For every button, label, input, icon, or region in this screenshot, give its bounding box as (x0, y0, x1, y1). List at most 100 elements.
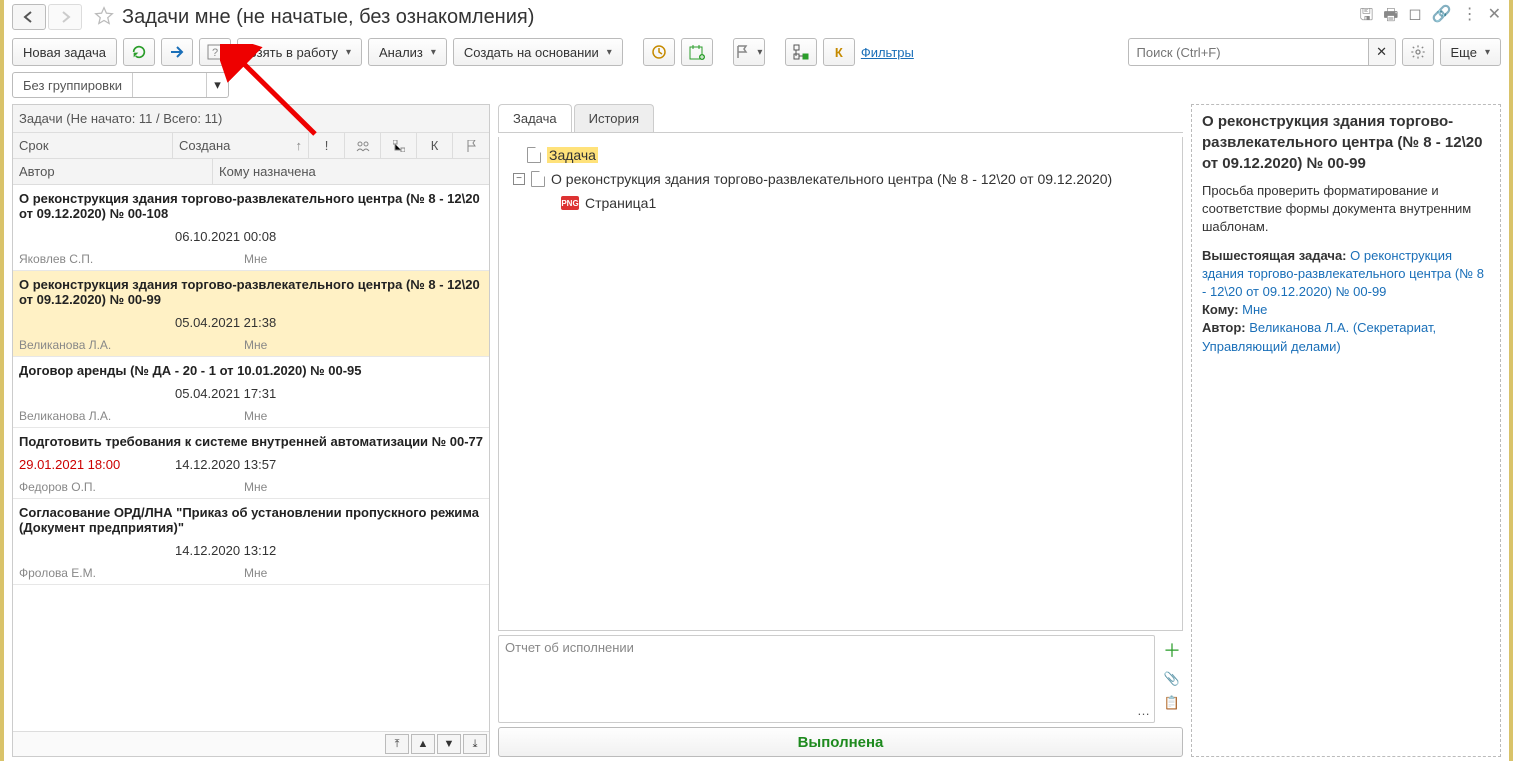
col-due[interactable]: Срок (13, 133, 173, 158)
analyze-label: Анализ (379, 45, 423, 60)
col-flag-icon[interactable] (453, 133, 489, 158)
question-box-button[interactable]: ? (199, 38, 231, 66)
task-title: Согласование ОРД/ЛНА "Приказ об установл… (19, 505, 483, 535)
list-summary: Задачи (Не начато: 11 / Всего: 11) (13, 105, 489, 133)
svg-text:?: ? (212, 47, 218, 59)
more-button[interactable]: Еще▾ (1440, 38, 1501, 66)
info-title: О реконструкция здания торгово-развлекат… (1202, 111, 1490, 174)
col-tree-icon[interactable] (381, 133, 417, 158)
take-work-button[interactable]: Взять в работу ▾ (237, 38, 362, 66)
tree-node-page[interactable]: PNG Страница1 (561, 195, 1168, 211)
task-row[interactable]: О реконструкция здания торгово-развлекат… (13, 185, 489, 271)
filters-link[interactable]: Фильтры (861, 45, 914, 60)
grouping-select[interactable]: Без группировки ▾ (12, 72, 229, 98)
task-title: Подготовить требования к системе внутрен… (19, 434, 483, 449)
task-author: Федоров О.П. (19, 480, 244, 494)
chevron-down-icon[interactable]: ▾ (206, 73, 228, 97)
detail-tree: Задача − О реконструкция здания торгово-… (498, 137, 1183, 631)
tree-node-doc-label: О реконструкция здания торгово-развлекат… (551, 171, 1112, 187)
task-title: О реконструкция здания торгово-развлекат… (19, 277, 483, 307)
add-icon[interactable]: ＋ (1163, 637, 1181, 663)
nav-up-button[interactable]: ▲ (411, 734, 435, 754)
document-icon (531, 171, 545, 187)
task-list: О реконструкция здания торгово-развлекат… (13, 185, 489, 731)
more-label: Еще (1451, 45, 1477, 60)
save-icon[interactable]: 🖫 (1360, 4, 1374, 31)
search-field[interactable]: ✕ (1128, 38, 1396, 66)
task-due (19, 386, 175, 401)
flag-filter-button[interactable]: ▾ (733, 38, 765, 66)
page-title: Задачи мне (не начатые, без ознакомления… (122, 6, 534, 29)
parent-task-label: Вышестоящая задача: (1202, 248, 1347, 263)
task-created: 05.04.2021 21:38 (175, 315, 276, 330)
task-author: Фролова Е.М. (19, 566, 244, 580)
task-created: 14.12.2020 13:57 (175, 457, 276, 472)
task-due: 29.01.2021 18:00 (19, 457, 175, 472)
collapse-icon[interactable]: − (513, 173, 525, 185)
col-assigned[interactable]: Кому назначена (213, 159, 489, 184)
col-people-icon[interactable] (345, 133, 381, 158)
settings-gear-button[interactable] (1402, 38, 1434, 66)
task-due (19, 315, 175, 330)
tree-node-page-label: Страница1 (585, 195, 656, 211)
paste-icon[interactable]: 📋 (1164, 695, 1180, 711)
search-input[interactable] (1128, 38, 1368, 66)
png-icon: PNG (561, 196, 579, 210)
detail-tabs: Задача История (498, 104, 1183, 133)
nav-back-button[interactable] (12, 4, 46, 30)
refresh-button[interactable] (123, 38, 155, 66)
tree-node-task[interactable]: Задача (527, 147, 1168, 163)
to-link[interactable]: Мне (1242, 302, 1267, 317)
done-button[interactable]: Выполнена (498, 727, 1183, 757)
link-icon[interactable]: 🔗 (1432, 4, 1452, 31)
k-label: К (835, 45, 843, 60)
col-k[interactable]: К (417, 133, 453, 158)
nav-first-button[interactable]: ⤒ (385, 734, 409, 754)
tab-task[interactable]: Задача (498, 104, 572, 132)
tree-toggle-button[interactable] (785, 38, 817, 66)
col-author[interactable]: Автор (13, 159, 213, 184)
new-task-button[interactable]: Новая задача (12, 38, 117, 66)
info-description: Просьба проверить форматирование и соотв… (1202, 182, 1490, 237)
forward-arrow-button[interactable] (161, 38, 193, 66)
chevron-down-icon: ▾ (757, 47, 762, 58)
chevron-down-icon: ▾ (346, 47, 351, 58)
execution-report-input[interactable]: Отчет об исполнении … (498, 635, 1155, 723)
col-created[interactable]: Создана↑ (173, 133, 309, 158)
task-row[interactable]: О реконструкция здания торгово-развлекат… (13, 271, 489, 357)
list-nav-strip: ⤒ ▲ ▼ ⤓ (13, 731, 489, 756)
create-based-label: Создать на основании (464, 45, 599, 60)
attach-icon[interactable]: 📎 (1164, 671, 1180, 687)
report-placeholder: Отчет об исполнении (505, 640, 634, 655)
calendar-add-button[interactable] (681, 38, 713, 66)
nav-down-button[interactable]: ▼ (437, 734, 461, 754)
task-created: 14.12.2020 13:12 (175, 543, 276, 558)
close-icon[interactable]: ✕ (1488, 4, 1501, 31)
document-icon (527, 147, 541, 163)
print-icon[interactable]: 🖶 (1383, 4, 1398, 31)
list-header-row-2: Автор Кому назначена (13, 159, 489, 185)
col-priority-icon[interactable]: ! (309, 133, 345, 158)
take-work-label: Взять в работу (248, 45, 338, 60)
favorite-star-icon[interactable] (94, 6, 116, 28)
task-row[interactable]: Подготовить требования к системе внутрен… (13, 428, 489, 499)
kebab-menu-icon[interactable]: ⋮ (1462, 4, 1478, 31)
nav-last-button[interactable]: ⤓ (463, 734, 487, 754)
clock-button[interactable] (643, 38, 675, 66)
tree-node-task-label: Задача (547, 147, 598, 163)
task-row[interactable]: Договор аренды (№ ДА - 20 - 1 от 10.01.2… (13, 357, 489, 428)
create-based-button[interactable]: Создать на основании▾ (453, 38, 623, 66)
nav-forward-button[interactable] (48, 4, 82, 30)
tree-node-doc[interactable]: − О реконструкция здания торгово-развлек… (513, 171, 1168, 187)
tab-history[interactable]: История (574, 104, 654, 132)
to-label: Кому: (1202, 302, 1239, 317)
search-clear-button[interactable]: ✕ (1368, 38, 1396, 66)
analyze-button[interactable]: Анализ▾ (368, 38, 447, 66)
task-title: О реконструкция здания торгово-развлекат… (19, 191, 483, 221)
k-button[interactable]: К (823, 38, 855, 66)
task-assigned: Мне (244, 252, 267, 266)
task-due (19, 229, 175, 244)
ellipsis-icon[interactable]: … (1137, 703, 1150, 718)
window-icon[interactable]: ◻ (1408, 4, 1421, 31)
task-row[interactable]: Согласование ОРД/ЛНА "Приказ об установл… (13, 499, 489, 585)
